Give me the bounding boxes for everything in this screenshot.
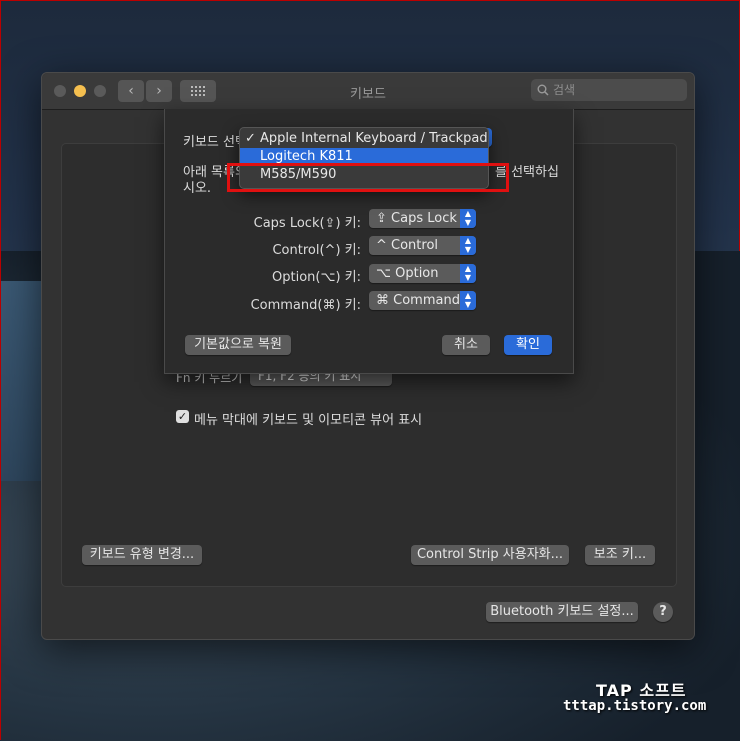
updown-chevron-icon: ▲ ▼ xyxy=(460,291,476,310)
caps-lock-popup[interactable]: ⇪ Caps Lock ▲ ▼ xyxy=(369,209,476,228)
watermark-url: tttap.tistory.com xyxy=(563,698,707,714)
checkmark-icon: ✓ xyxy=(245,131,256,146)
caps-lock-label: Caps Lock(⇪) 키: xyxy=(253,216,361,231)
command-popup[interactable]: ⌘ Command ▲ ▼ xyxy=(369,291,476,310)
control-label: Control(^) 키: xyxy=(272,243,361,258)
updown-chevron-icon: ▲ ▼ xyxy=(460,236,476,255)
modifier-keys-button[interactable]: 보조 키... xyxy=(585,545,655,565)
search-placeholder: 검색 xyxy=(553,83,576,97)
search-input[interactable]: 검색 xyxy=(531,79,687,101)
ok-button[interactable]: 확인 xyxy=(504,335,552,355)
command-value: ⌘ Command xyxy=(376,293,460,308)
restore-defaults-button[interactable]: 기본값으로 복원 xyxy=(185,335,291,355)
updown-chevron-icon: ▲ ▼ xyxy=(460,209,476,228)
menu-item-label: Logitech K811 xyxy=(260,149,353,164)
menu-item-label: Apple Internal Keyboard / Trackpad xyxy=(260,131,488,146)
search-icon xyxy=(537,84,549,96)
option-popup[interactable]: ⌥ Option ▲ ▼ xyxy=(369,264,476,283)
title-bar: ‹ › 키보드 검색 xyxy=(42,73,694,110)
control-value: ^ Control xyxy=(376,238,439,253)
menu-item-apple-internal[interactable]: ✓ Apple Internal Keyboard / Trackpad xyxy=(240,130,488,148)
caps-lock-value: ⇪ Caps Lock xyxy=(376,211,457,226)
option-label: Option(⌥) 키: xyxy=(272,270,361,285)
control-strip-button[interactable]: Control Strip 사용자화... xyxy=(411,545,569,565)
command-label: Command(⌘) 키: xyxy=(250,298,361,313)
instruction-text-line2: 시오. xyxy=(183,181,212,196)
control-popup[interactable]: ^ Control ▲ ▼ xyxy=(369,236,476,255)
change-keyboard-type-button[interactable]: 키보드 유형 변경... xyxy=(82,545,202,565)
keyboard-select-label: 키보드 선택 xyxy=(183,135,247,150)
bluetooth-keyboard-setup-button[interactable]: Bluetooth 키보드 설정... xyxy=(486,602,638,622)
updown-chevron-icon: ▲ ▼ xyxy=(460,264,476,283)
help-button[interactable]: ? xyxy=(653,602,673,622)
annotation-highlight-box xyxy=(227,163,509,192)
menu-bar-checkbox-label: 메뉴 막대에 키보드 및 이모티콘 뷰어 표시 xyxy=(194,413,423,428)
cancel-button[interactable]: 취소 xyxy=(442,335,490,355)
option-value: ⌥ Option xyxy=(376,266,439,281)
menu-bar-checkbox[interactable]: ✓ xyxy=(176,410,189,423)
